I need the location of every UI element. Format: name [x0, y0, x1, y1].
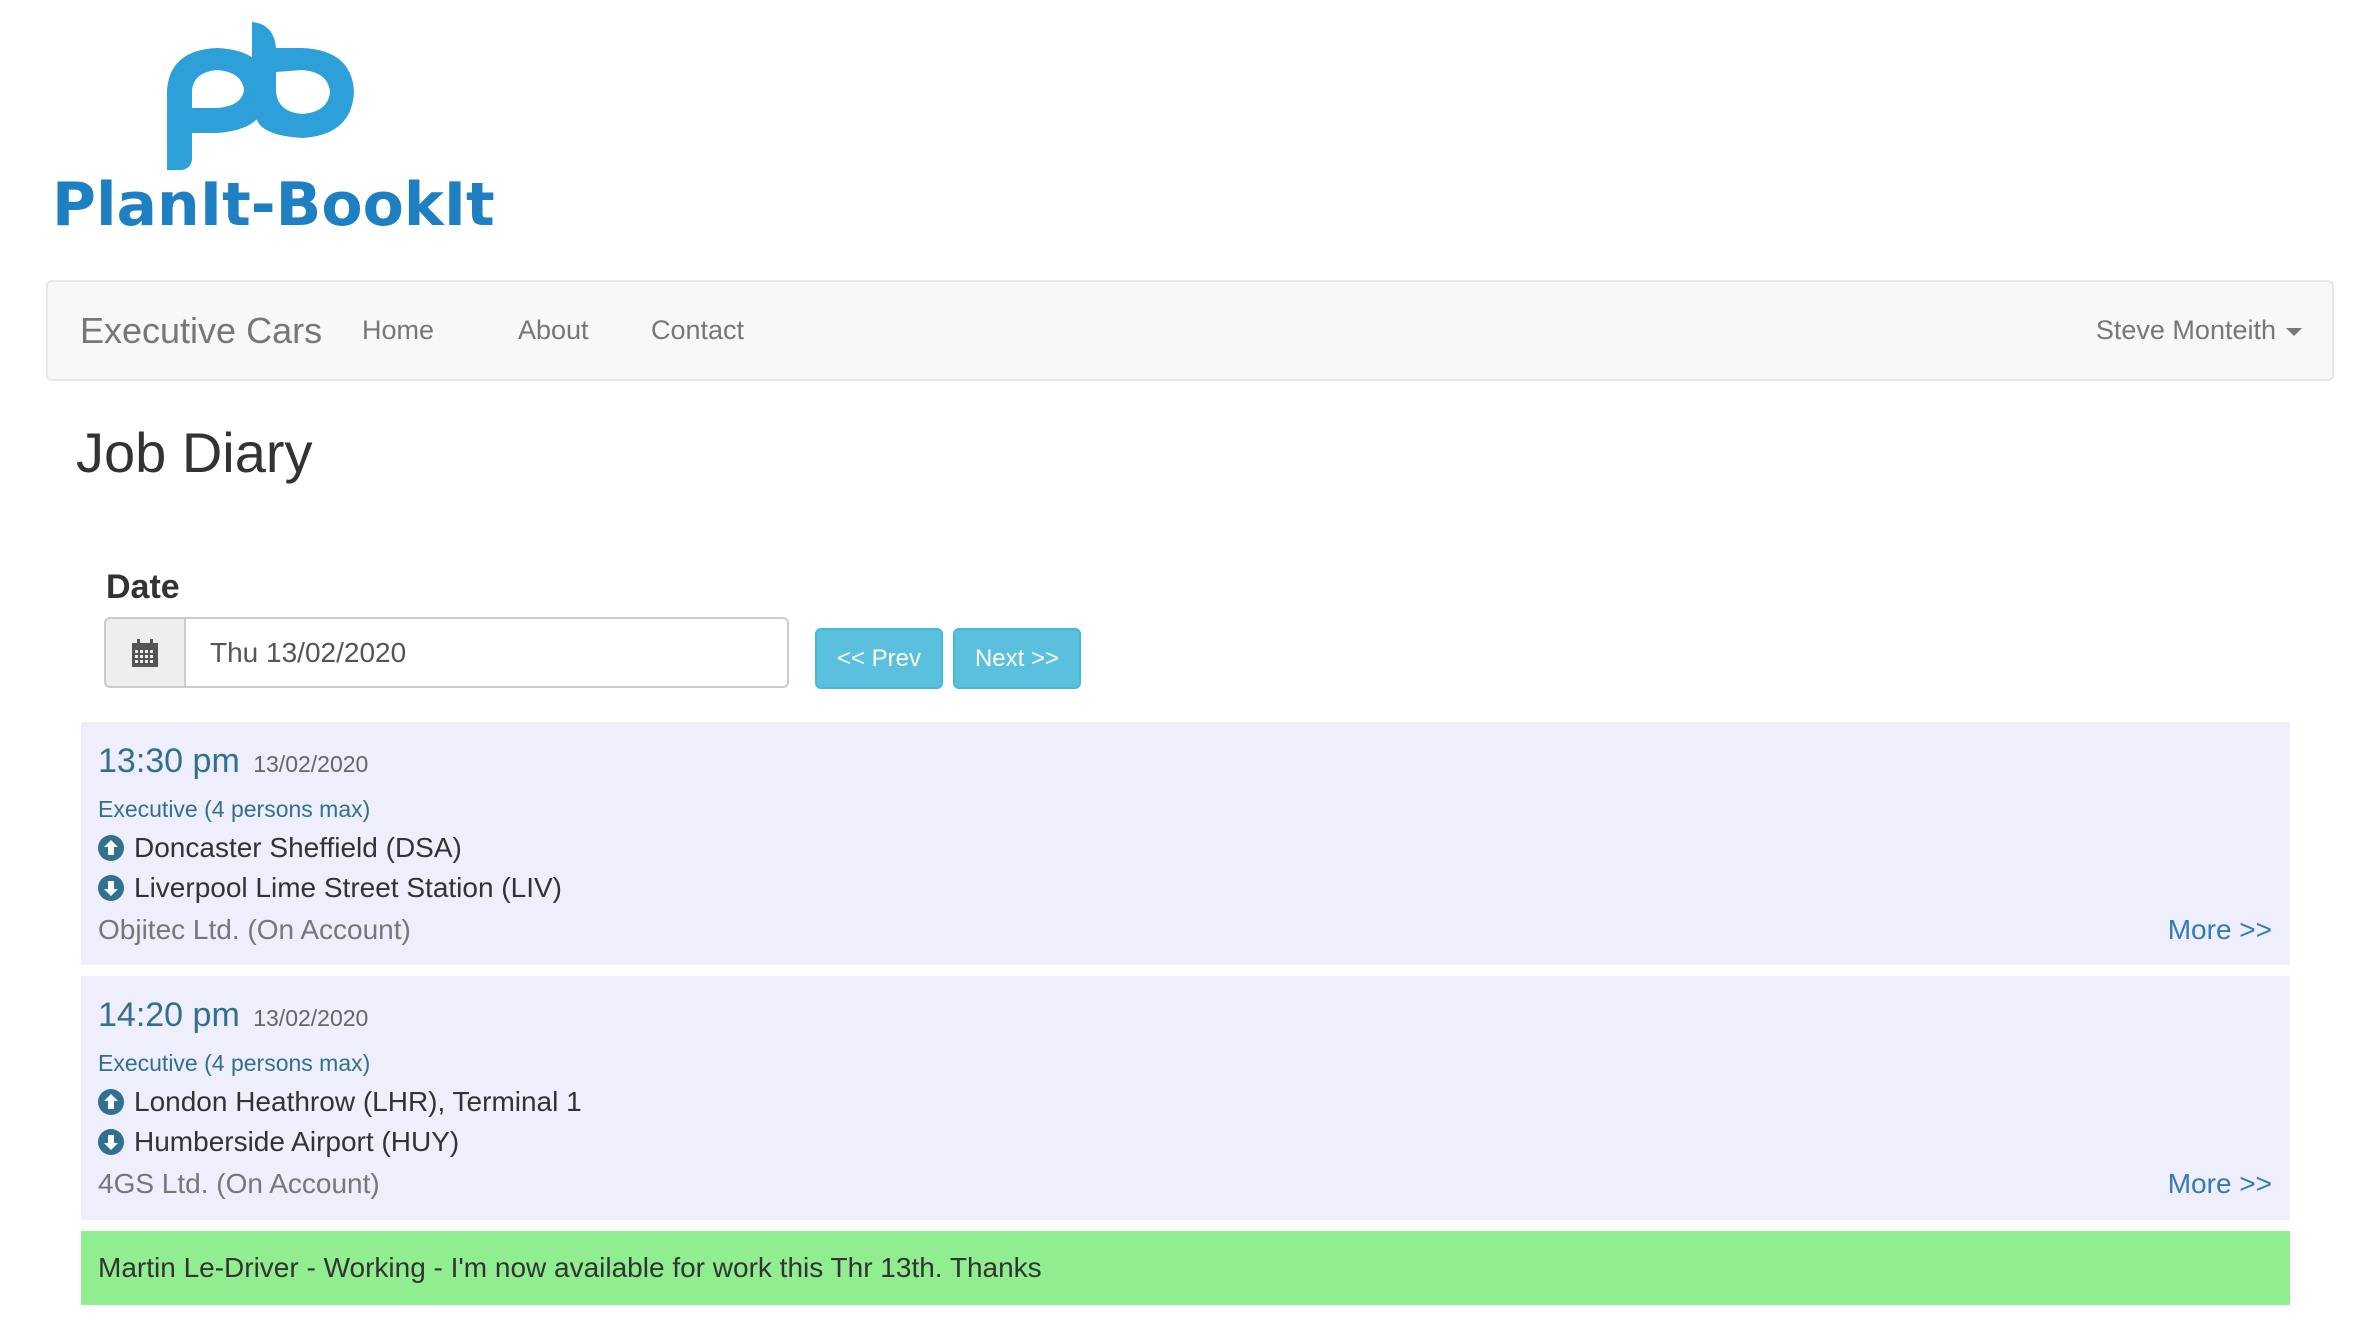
date-label: Date: [106, 568, 180, 606]
page-title: Job Diary: [76, 421, 313, 484]
job-time-row: 13:30 pm 13/02/2020: [98, 742, 368, 781]
logo-b-shape: [252, 22, 354, 138]
job-card: 14:20 pm 13/02/2020 Executive (4 persons…: [81, 976, 2290, 1220]
prev-day-button[interactable]: << Prev: [815, 628, 943, 689]
job-pickup: London Heathrow (LHR), Terminal 1: [98, 1086, 582, 1118]
more-link[interactable]: More >>: [2168, 914, 2272, 946]
date-input[interactable]: [184, 617, 789, 688]
arrow-up-circle-icon: [98, 835, 124, 861]
pickup-location: London Heathrow (LHR), Terminal 1: [134, 1086, 582, 1117]
navbar: Executive Cars Home About Contact Steve …: [46, 280, 2334, 381]
job-vehicle: Executive (4 persons max): [98, 796, 371, 822]
caret-down-icon: [2286, 327, 2302, 336]
job-account: 4GS Ltd. (On Account): [98, 1168, 380, 1199]
navbar-brand[interactable]: Executive Cars: [80, 310, 322, 352]
calendar-addon[interactable]: [104, 617, 184, 688]
job-time: 14:20 pm: [98, 996, 240, 1034]
arrow-up-circle-icon: [98, 1089, 124, 1115]
user-name: Steve Monteith: [2095, 315, 2276, 345]
planit-bookit-logo[interactable]: PlanIt-BookIt: [52, 20, 512, 235]
user-menu-dropdown[interactable]: Steve Monteith: [2096, 315, 2302, 346]
dropoff-location: Liverpool Lime Street Station (LIV): [134, 872, 562, 903]
logo-text: PlanIt-BookIt: [52, 170, 495, 235]
logo-graphic: PlanIt-BookIt: [52, 22, 495, 235]
job-card: 13:30 pm 13/02/2020 Executive (4 persons…: [81, 722, 2290, 965]
arrow-down-circle-icon: [98, 875, 124, 901]
calendar-icon: [132, 638, 158, 667]
arrow-down-circle-icon: [98, 1129, 124, 1155]
job-account: Objitec Ltd. (On Account): [98, 914, 411, 945]
job-time: 13:30 pm: [98, 742, 240, 780]
driver-status-notice: Martin Le-Driver - Working - I'm now ava…: [81, 1231, 2290, 1305]
job-vehicle: Executive (4 persons max): [98, 1050, 371, 1076]
next-day-button[interactable]: Next >>: [953, 628, 1081, 689]
nav-link-about[interactable]: About: [518, 315, 589, 346]
job-date: 13/02/2020: [253, 1005, 369, 1031]
job-pickup: Doncaster Sheffield (DSA): [98, 832, 462, 864]
job-time-row: 14:20 pm 13/02/2020: [98, 996, 368, 1035]
date-input-group: [104, 617, 789, 688]
more-link[interactable]: More >>: [2168, 1168, 2272, 1200]
job-dropoff: Liverpool Lime Street Station (LIV): [98, 872, 562, 904]
job-date: 13/02/2020: [253, 751, 369, 777]
nav-link-home[interactable]: Home: [362, 315, 434, 346]
pickup-location: Doncaster Sheffield (DSA): [134, 832, 462, 863]
nav-link-contact[interactable]: Contact: [651, 315, 744, 346]
job-dropoff: Humberside Airport (HUY): [98, 1126, 459, 1158]
dropoff-location: Humberside Airport (HUY): [134, 1126, 460, 1157]
